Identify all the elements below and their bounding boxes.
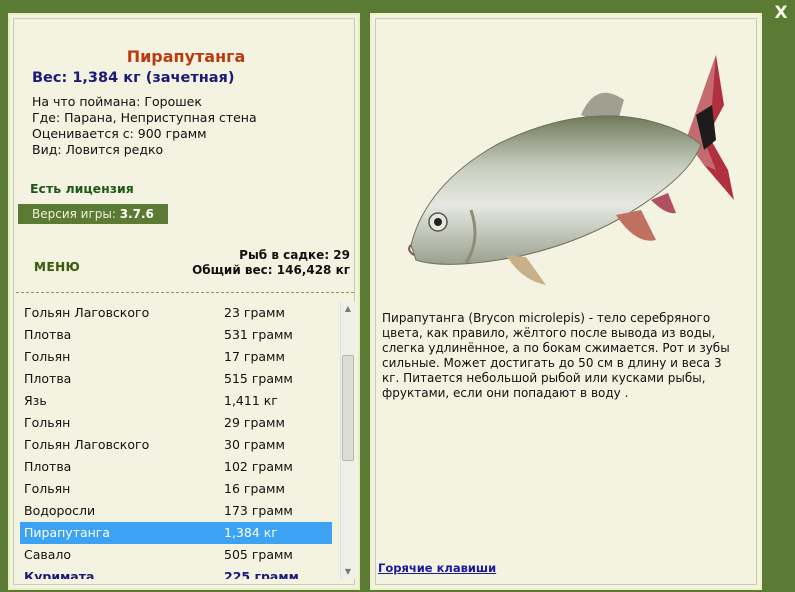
fish-description: Пирапутанга (Brycon microlepis) - тело с… — [382, 311, 730, 400]
list-item-weight: 1,411 кг — [224, 393, 278, 408]
list-item-name: Гольян — [24, 481, 71, 496]
list-item-name: Гольян Лаговского — [24, 305, 150, 320]
list-item-weight: 225 грамм — [224, 569, 299, 579]
list-item-name: Савало — [24, 547, 72, 562]
list-item[interactable]: Плотва 531 грамм — [20, 324, 332, 346]
list-item-name: Язь — [24, 393, 47, 408]
fish-title: Пирапутанга — [126, 47, 246, 66]
list-item-name: Плотва — [24, 371, 72, 386]
divider — [16, 292, 354, 293]
list-item-name: Плотва — [24, 327, 72, 342]
list-item-name: Гольян — [24, 415, 71, 430]
valuation-info: Оценивается с: 900 грамм — [32, 126, 207, 141]
list-item-weight: 102 грамм — [224, 459, 293, 474]
list-item-name: Плотва — [24, 459, 72, 474]
list-item-name: Куримата — [24, 569, 95, 579]
list-item[interactable]: Гольян 17 грамм — [20, 346, 332, 368]
list-item-weight: 1,384 кг — [224, 525, 278, 540]
list-item-weight: 29 грамм — [224, 415, 285, 430]
list-item-weight: 23 грамм — [224, 305, 285, 320]
list-item-name: Гольян Лаговского — [24, 437, 150, 452]
list-item[interactable]: Гольян 16 грамм — [20, 478, 332, 500]
fish-image — [408, 55, 734, 285]
list-item-weight: 16 грамм — [224, 481, 285, 496]
version-label: Версия игры: — [32, 207, 120, 221]
catch-list[interactable]: Гольян Лаговского 23 грамм Плотва 531 грамм… — [20, 302, 332, 579]
list-item[interactable]: Гольян Лаговского 23 грамм — [20, 302, 332, 324]
version-value: 3.7.6 — [119, 207, 154, 221]
game-version: Версия игры: 3.7.6 — [18, 204, 168, 224]
list-item[interactable]: Гольян Лаговского 30 грамм — [20, 434, 332, 456]
license-status: Есть лицензия — [30, 181, 134, 196]
list-item-weight: 515 грамм — [224, 371, 293, 386]
fish-count: Рыб в садке: 29 — [239, 248, 350, 262]
list-item-weight: 30 грамм — [224, 437, 285, 452]
menu-button[interactable]: МЕНЮ — [34, 260, 80, 274]
bait-info: На что поймана: Горошек — [32, 94, 202, 109]
list-item-weight: 173 грамм — [224, 503, 293, 518]
fish-detail-panel: Пирапутанга (Brycon microlepis) - тело с… — [370, 13, 762, 590]
list-item[interactable]: Пирапутанга 1,384 кг — [20, 522, 332, 544]
scroll-up-arrow-icon[interactable]: ▲ — [341, 302, 355, 316]
list-item[interactable]: Язь 1,411 кг — [20, 390, 332, 412]
list-item-weight: 17 грамм — [224, 349, 285, 364]
list-item-weight: 531 грамм — [224, 327, 293, 342]
list-item-name: Гольян — [24, 349, 71, 364]
location-info: Где: Парана, Неприступная стена — [32, 110, 257, 125]
close-button[interactable]: X — [772, 3, 790, 23]
list-item[interactable]: Гольян 29 грамм — [20, 412, 332, 434]
list-scrollbar[interactable]: ▲ ▼ — [340, 302, 355, 579]
fish-info-panel: Пирапутанга Вес: 1,384 кг (зачетная) На … — [8, 13, 360, 590]
list-item-weight: 505 грамм — [224, 547, 293, 562]
list-item[interactable]: Плотва 515 грамм — [20, 368, 332, 390]
rarity-info: Вид: Ловится редко — [32, 142, 164, 157]
scroll-down-arrow-icon[interactable]: ▼ — [341, 565, 355, 579]
scroll-thumb[interactable] — [342, 355, 354, 461]
total-weight: Общий вес: 146,428 кг — [192, 263, 350, 277]
list-item-name: Водоросли — [24, 503, 96, 518]
list-item[interactable]: Плотва 102 грамм — [20, 456, 332, 478]
fish-weight: Вес: 1,384 кг (зачетная) — [32, 70, 235, 86]
list-item[interactable]: Куримата 225 грамм — [20, 566, 332, 579]
list-item[interactable]: Водоросли 173 грамм — [20, 500, 332, 522]
keepnet-stats: Рыб в садке: 29 Общий вес: 146,428 кг — [192, 248, 350, 278]
hotkeys-link[interactable]: Горячие клавиши — [378, 561, 496, 575]
list-item[interactable]: Савало 505 грамм — [20, 544, 332, 566]
list-item-name: Пирапутанга — [24, 525, 111, 540]
